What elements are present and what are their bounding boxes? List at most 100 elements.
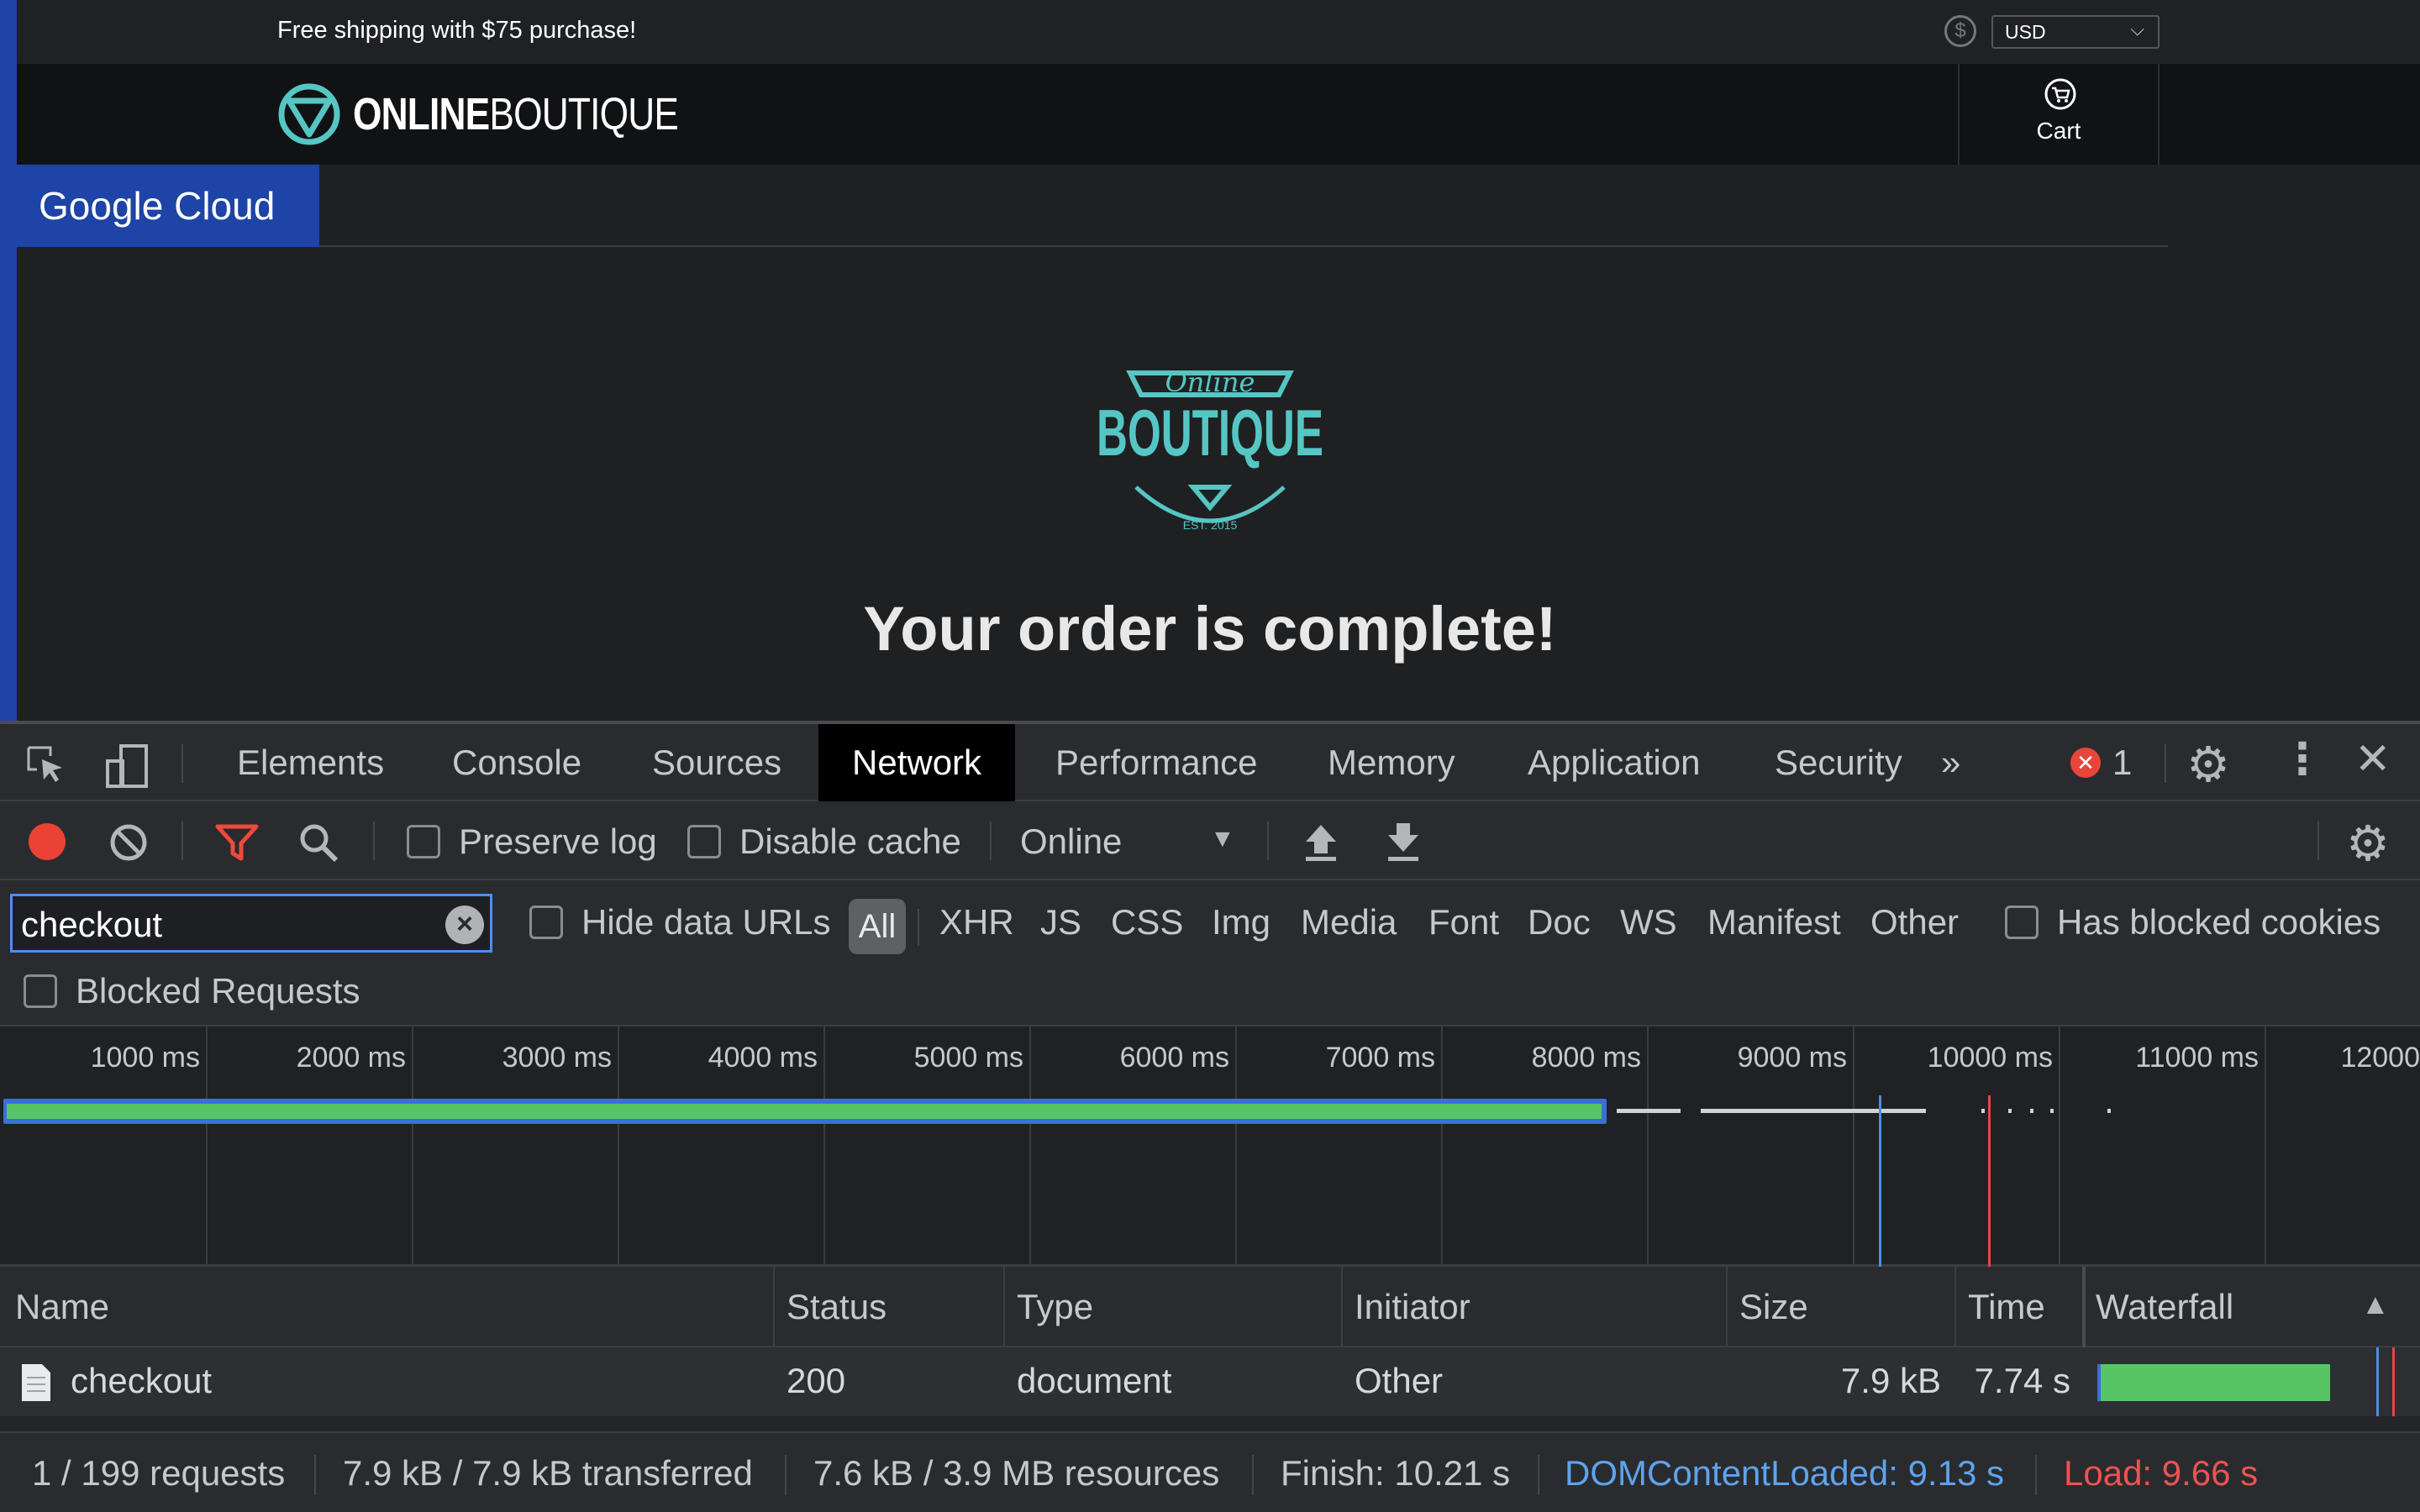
inspect-element-icon[interactable] [25,744,67,786]
grid-line [206,1026,208,1267]
tab-sources[interactable]: Sources [618,724,815,801]
close-icon[interactable]: ✕ [2354,734,2391,785]
type-filter-other[interactable]: Other [1870,902,1959,942]
svg-text:Online: Online [1165,366,1255,398]
column-header-type[interactable]: Type [1017,1287,1093,1327]
type-filter-css[interactable]: CSS [1111,902,1183,942]
network-overview-timeline[interactable]: 1000 ms 2000 ms 3000 ms 4000 ms 5000 ms … [0,1026,2420,1267]
blocked-requests-label[interactable]: Blocked Requests [76,971,360,1011]
table-row[interactable]: checkout 200 document Other 7.9 kB 7.74 … [0,1347,2420,1431]
cell-size: 7.9 kB [1840,1361,1941,1400]
tick-label: 6000 ms [1119,1042,1229,1074]
type-filter-ws[interactable]: WS [1620,902,1677,942]
order-complete-title: Your order is complete! [863,594,1557,664]
disable-cache-checkbox[interactable] [687,825,721,858]
network-settings-gear-icon[interactable]: ⚙ [2346,815,2390,872]
has-blocked-cookies-checkbox[interactable] [2005,906,2039,939]
tab-performance[interactable]: Performance [1022,724,1291,801]
error-icon[interactable]: ✕ [2070,748,2101,778]
type-filter-js[interactable]: JS [1040,902,1081,942]
cart-button[interactable]: Cart [1958,64,2160,165]
divider [319,245,2168,247]
tab-application[interactable]: Application [1494,724,1733,801]
brand-wordmark: ONLINEBOUTIQUE [353,89,679,139]
sort-ascending-icon[interactable]: ▲ [2361,1289,2390,1321]
grid-line [412,1026,413,1267]
tick-label: 10000 ms [1927,1042,2053,1074]
disable-cache-label[interactable]: Disable cache [739,822,961,862]
export-har-icon[interactable] [1385,822,1422,862]
devtools-tab-bar: Elements Console Sources Network Perform… [0,724,2420,801]
tick-label: 4000 ms [708,1042,818,1074]
dom-content-loaded-time: DOMContentLoaded: 9.13 s [1565,1453,2004,1493]
type-filter-img[interactable]: Img [1212,902,1270,942]
currency-value: USD [2005,21,2046,43]
preserve-log-label[interactable]: Preserve log [459,822,657,862]
has-blocked-cookies-label[interactable]: Has blocked cookies [2057,902,2381,942]
tick-label: 1000 ms [90,1042,200,1074]
separator [2035,1455,2037,1495]
type-filter-font[interactable]: Font [1428,902,1499,942]
hide-data-urls-label[interactable]: Hide data URLs [581,902,830,942]
column-header-name[interactable]: Name [15,1287,109,1327]
clear-filter-icon[interactable]: × [445,906,484,944]
column-header-status[interactable]: Status [786,1287,886,1327]
brand-logo[interactable]: ONLINEBOUTIQUE [277,79,750,150]
separator [785,1455,786,1495]
record-button[interactable] [29,823,66,860]
type-filter-xhr[interactable]: XHR [939,902,1014,942]
cell-time: 7.74 s [1974,1361,2070,1400]
column-header-time[interactable]: Time [1968,1287,2045,1327]
waterfall-bar[interactable] [2097,1364,2330,1401]
separator [1252,1455,1254,1495]
error-count[interactable]: 1 [2112,743,2132,783]
clear-icon[interactable] [109,823,148,862]
grid-line [823,1026,825,1267]
tick-label: 3000 ms [502,1042,612,1074]
more-tabs-button[interactable]: » [1924,724,1977,801]
throttling-select[interactable]: Online [1020,822,1122,862]
top-banner: Free shipping with $75 purchase! $ USD ⌵ [17,0,2420,64]
search-icon[interactable] [297,822,339,864]
overview-trace [1701,1109,1926,1113]
google-cloud-tab[interactable]: Google Cloud [17,165,319,247]
tick-label: 7000 ms [1325,1042,1435,1074]
tab-memory[interactable]: Memory [1294,724,1489,801]
cell-name[interactable]: checkout [71,1361,212,1401]
device-toolbar-icon[interactable] [104,743,151,790]
hide-data-urls-checkbox[interactable] [529,906,563,939]
overview-trace [1981,1109,1985,1113]
caret-down-icon[interactable]: ▼ [1210,825,1235,853]
column-header-waterfall[interactable]: Waterfall [2096,1287,2233,1327]
column-header-initiator[interactable]: Initiator [1355,1287,1470,1327]
grid-line [618,1026,619,1267]
network-status-bar: 1 / 199 requests 7.9 kB / 7.9 kB transfe… [0,1431,2420,1512]
request-count: 1 / 199 requests [32,1453,286,1493]
cell-initiator: Other [1355,1361,1444,1400]
overview-trace [2050,1109,2054,1113]
shipping-banner-text: Free shipping with $75 purchase! [277,17,637,44]
table-empty-area [0,1416,2420,1431]
type-filter-all[interactable]: All [849,899,906,954]
filter-icon[interactable] [215,823,259,862]
separator [990,822,992,860]
tab-elements[interactable]: Elements [203,724,418,801]
type-filter-doc[interactable]: Doc [1528,902,1591,942]
blocked-requests-checkbox[interactable] [24,974,57,1008]
filter-input[interactable]: checkout [10,894,492,953]
separator [1267,822,1269,860]
currency-select[interactable]: USD ⌵ [1991,15,2160,49]
import-har-icon[interactable] [1302,822,1339,862]
tab-security[interactable]: Security [1741,724,1936,801]
settings-gear-icon[interactable]: ⚙ [2186,736,2230,793]
separator [2317,822,2319,860]
preserve-log-checkbox[interactable] [407,825,440,858]
tab-console[interactable]: Console [418,724,615,801]
overview-request-download-bar [7,1104,1602,1119]
column-header-size[interactable]: Size [1739,1287,1808,1327]
tab-network[interactable]: Network [818,724,1016,801]
type-filter-media[interactable]: Media [1301,902,1397,942]
site-navbar: ONLINEBOUTIQUE Cart [17,64,2420,165]
type-filter-manifest[interactable]: Manifest [1707,902,1841,942]
more-options-icon[interactable]: ⋮ [2281,734,2324,785]
